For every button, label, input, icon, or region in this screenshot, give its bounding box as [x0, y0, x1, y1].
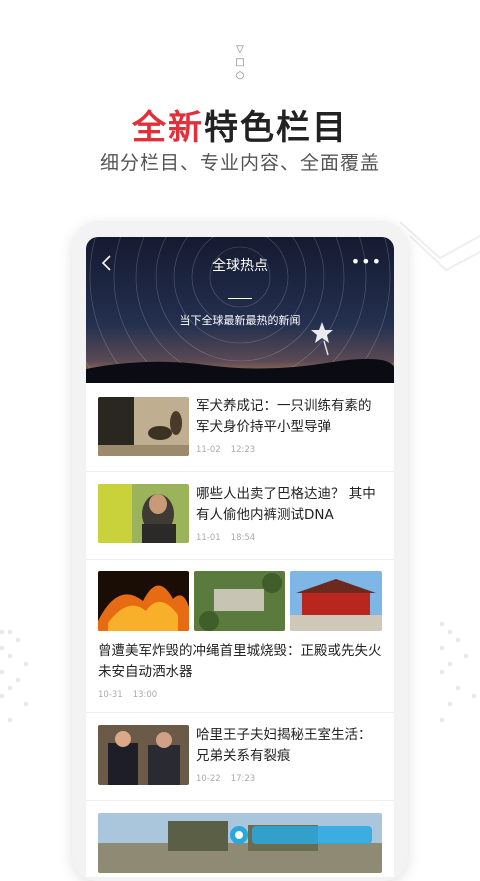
- more-options-icon[interactable]: •••: [351, 254, 382, 270]
- heading-rest: 特色栏目: [204, 108, 348, 148]
- news-item[interactable]: 哈里王子夫妇揭秘王室生活：兄弟关系有裂痕 10-22 17:23: [86, 712, 394, 800]
- news-item[interactable]: 军犬养成记：一只训练有素的军犬身价持平小型导弹 11-02 12:23: [86, 383, 394, 471]
- news-date: 11-02: [196, 445, 221, 455]
- news-title: 哈里王子夫妇揭秘王室生活：兄弟关系有裂痕: [196, 727, 372, 764]
- news-item[interactable]: 哪些人出卖了巴格达迪？ 其中有人偷他内裤测试DNA 11-01 18:54: [86, 471, 394, 559]
- news-time: 12:23: [230, 445, 256, 455]
- news-thumbnail: [98, 484, 189, 543]
- news-time: 18:54: [230, 533, 256, 543]
- news-title: 哪些人出卖了巴格达迪？ 其中有人偷他内裤测试DNA: [196, 486, 376, 523]
- news-thumbnail: [98, 725, 189, 785]
- news-thumbnail: [290, 571, 382, 631]
- circle-icon: ○: [235, 70, 245, 81]
- news-thumbnail: [98, 571, 189, 631]
- section-subtitle: 当下全球最新最热的新闻: [179, 314, 301, 327]
- news-meta: 11-01 18:54: [196, 533, 265, 543]
- section-header: 全球热点 ••• 当下全球最新最热的新闻: [86, 237, 394, 383]
- news-meta: 10-22 17:23: [196, 774, 265, 784]
- section-title: 全球热点: [212, 258, 268, 274]
- news-time: 13:00: [132, 690, 158, 700]
- news-time: 17:23: [230, 774, 256, 784]
- news-meta: 11-02 12:23: [196, 445, 265, 455]
- news-date: 11-01: [196, 533, 221, 543]
- news-meta: 10-31 13:00: [98, 690, 167, 700]
- app-screen: 全球热点 ••• 当下全球最新最热的新闻 军犬养成记：一只训练有素的军犬身价持平…: [86, 237, 394, 877]
- news-title: 曾遭美军炸毁的冲绳首里城烧毁：正殿或先失火 未安自动洒水器: [98, 643, 382, 680]
- watermark-logo: [230, 826, 372, 844]
- news-date: 10-22: [196, 774, 221, 784]
- promo-subheading: 细分栏目、专业内容、全面覆盖: [99, 152, 380, 174]
- news-item[interactable]: 曾遭美军炸毁的冲绳首里城烧毁：正殿或先失火 未安自动洒水器 10-31 13:00: [86, 559, 394, 712]
- header-divider: [228, 298, 252, 299]
- news-title: 军犬养成记：一只训练有素的军犬身价持平小型导弹: [196, 398, 372, 435]
- news-date: 10-31: [98, 690, 123, 700]
- heading-accent: 全新: [132, 108, 204, 148]
- triangle-down-icon: ▽: [236, 44, 244, 55]
- promo-heading: 全新特色栏目: [0, 100, 480, 149]
- square-icon: □: [235, 57, 245, 68]
- news-thumbnail: [194, 571, 285, 631]
- news-thumbnail: [98, 397, 189, 456]
- decorative-shapes: ▽ □ ○: [233, 44, 247, 83]
